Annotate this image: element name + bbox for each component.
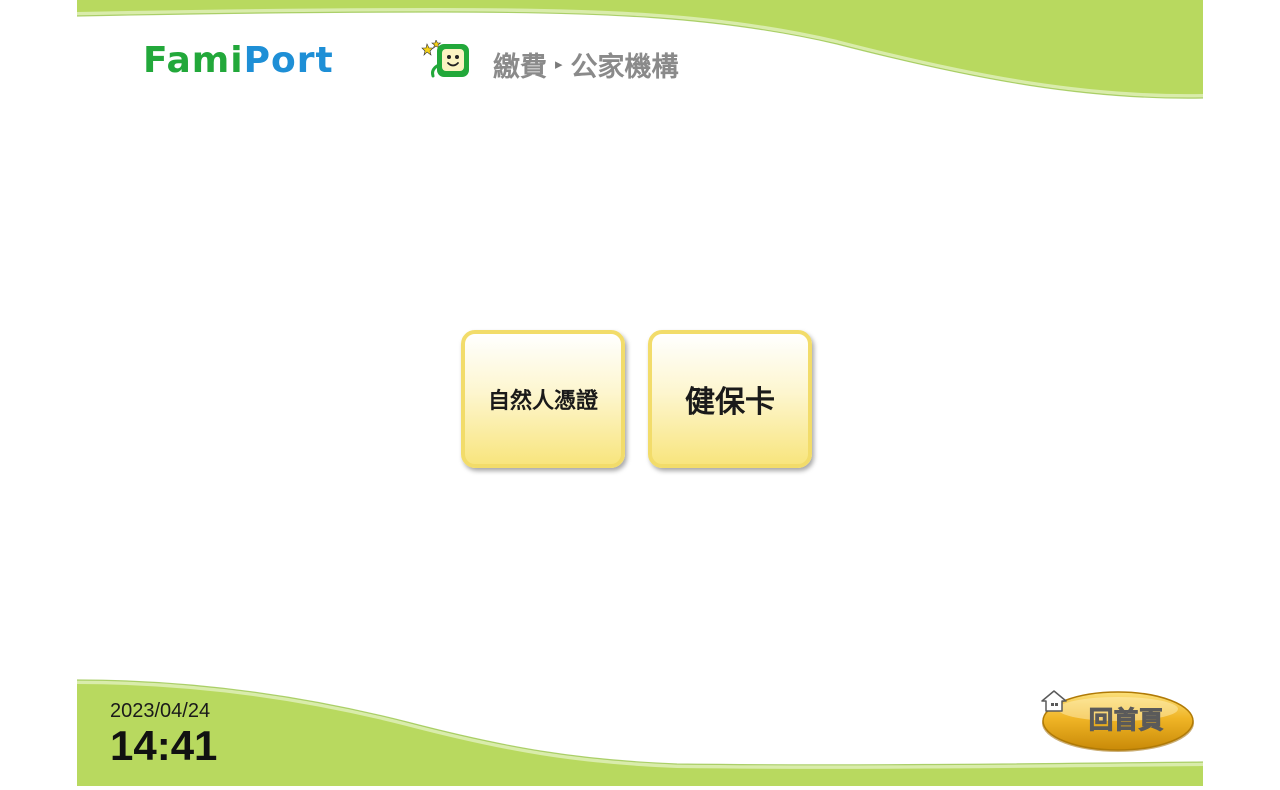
famiport-screen: FamiPort 繳費 ▸ 公家機構 自然人憑證 健保卡 2023/04/24 … [77, 0, 1203, 786]
health-insurance-card-button[interactable]: 健保卡 [648, 330, 812, 468]
current-time: 14:41 [110, 722, 218, 769]
home-button[interactable]: 回首頁 [1041, 689, 1195, 753]
home-button-label: 回首頁 [1088, 705, 1164, 734]
breadcrumb-section: 繳費 [493, 51, 547, 83]
breadcrumb-arrow-icon: ▸ [555, 55, 563, 73]
house-icon [1041, 690, 1067, 712]
famiport-wordmark: FamiPort [143, 40, 334, 81]
current-date: 2023/04/24 [110, 700, 211, 722]
bottom-wave-decoration [77, 679, 1203, 786]
breadcrumb: 繳費 ▸ 公家機構 [493, 44, 679, 84]
breadcrumb-page: 公家機構 [570, 51, 679, 83]
date-time-display: 2023/04/24 14:41 [110, 699, 217, 769]
mascot-icon [421, 40, 469, 78]
natural-person-certificate-button[interactable]: 自然人憑證 [461, 330, 625, 468]
famiport-logo: FamiPort [143, 38, 473, 84]
